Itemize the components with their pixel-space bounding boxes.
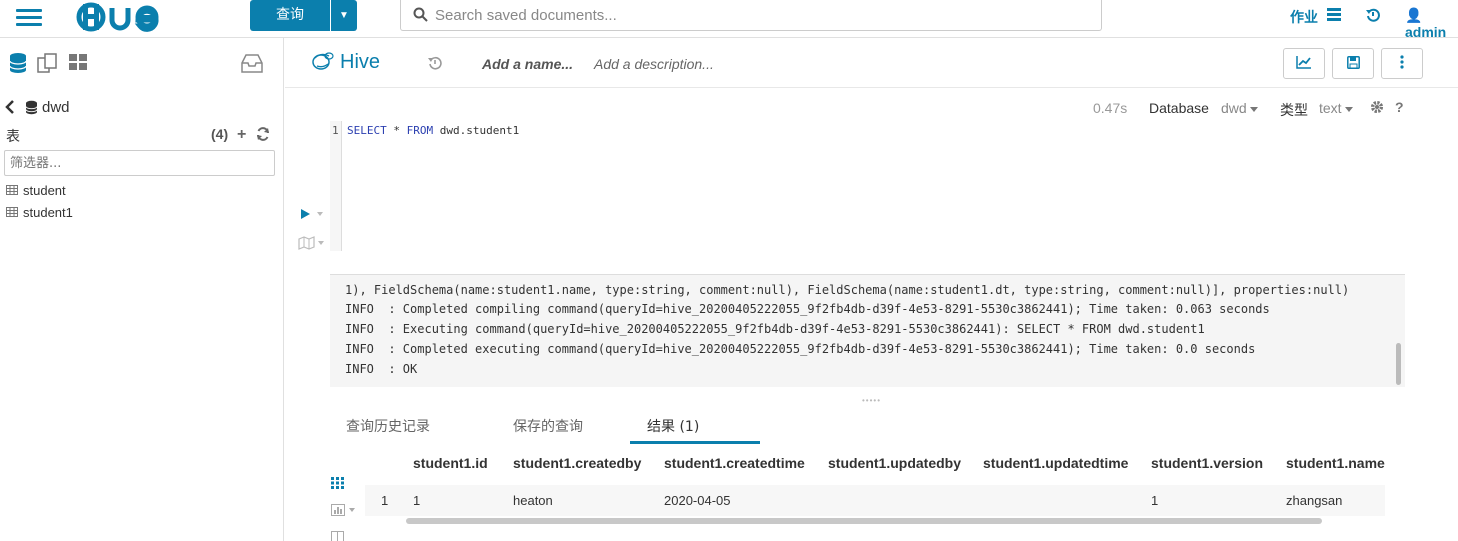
history-icon[interactable]	[1366, 8, 1380, 25]
hamburger-menu-icon[interactable]	[16, 6, 42, 28]
table-filter-input[interactable]	[4, 150, 275, 176]
explain-map-icon[interactable]	[298, 236, 328, 253]
sql-code[interactable]: SELECT * FROM dwd.student1	[347, 124, 519, 137]
log-line: INFO : Executing command(queryId=hive_20…	[345, 322, 1205, 336]
type-select[interactable]: text	[1319, 100, 1353, 116]
log-line: INFO : Completed executing command(query…	[345, 342, 1256, 356]
grid-view-icon[interactable]	[331, 477, 344, 492]
refresh-icon[interactable]	[256, 127, 270, 144]
resize-handle[interactable]: •••••	[862, 396, 881, 405]
apps-grid-icon[interactable]	[69, 54, 88, 73]
log-line: 1), FieldSchema(name:student1.name, type…	[345, 283, 1350, 297]
documents-icon[interactable]	[37, 53, 59, 76]
undo-history-icon[interactable]	[428, 56, 442, 73]
column-header[interactable]: student1.name	[1286, 455, 1385, 471]
run-query-button[interactable]	[299, 207, 327, 224]
jobs-link[interactable]: 作业	[1290, 7, 1318, 27]
search-icon	[413, 7, 428, 25]
jobs-list-icon[interactable]	[1327, 8, 1341, 24]
save-icon	[1346, 55, 1360, 72]
table-item-student1[interactable]: student1	[6, 202, 73, 222]
database-label: Database	[1149, 100, 1209, 116]
table-cell: 2020-04-05	[664, 493, 731, 508]
top-navbar: 查询 ▼ 作业 👤admin	[0, 0, 1458, 40]
table-cell: 1	[413, 493, 421, 508]
table-name: student	[23, 182, 66, 198]
tables-label: 表	[6, 129, 20, 145]
user-menu[interactable]: 👤admin	[1405, 7, 1458, 40]
column-header[interactable]: student1.version	[1151, 455, 1263, 471]
line-chart-icon	[1296, 55, 1312, 72]
left-assist-panel: dwd 表 (4) + student student1	[0, 38, 284, 541]
results-table: student1.id student1.createdby student1.…	[365, 445, 1385, 517]
add-table-icon[interactable]: +	[237, 126, 246, 144]
type-label: 类型	[1280, 103, 1308, 119]
search-box	[400, 0, 1102, 31]
editor-header: Hive Add a name... Add a description...	[285, 38, 1458, 88]
database-select[interactable]: dwd	[1221, 100, 1258, 116]
execution-time: 0.47s	[1093, 100, 1128, 116]
sql-editor[interactable]: 1 SELECT * FROM dwd.student1	[330, 121, 1405, 251]
line-number: 1	[332, 124, 339, 137]
tab-saved-queries[interactable]: 保存的查询	[513, 416, 583, 436]
inbox-icon[interactable]	[241, 54, 263, 76]
query-name-field[interactable]: Add a name...	[482, 56, 573, 72]
database-name[interactable]: dwd	[42, 99, 70, 116]
tables-count: (4)	[211, 126, 229, 142]
back-chevron-icon[interactable]	[5, 100, 15, 119]
caret-down-icon	[1249, 106, 1258, 112]
column-header[interactable]: student1.createdby	[513, 455, 641, 471]
caret-down-icon	[1344, 106, 1353, 112]
query-button[interactable]: 查询	[250, 0, 330, 31]
column-header[interactable]: student1.id	[413, 455, 488, 471]
query-log[interactable]: 1), FieldSchema(name:student1.name, type…	[330, 274, 1405, 387]
results-horizontal-scrollbar[interactable]	[406, 518, 1322, 524]
active-tab-indicator	[630, 441, 760, 444]
database-value: dwd	[1221, 100, 1247, 116]
bar-chart-icon[interactable]	[331, 504, 359, 519]
tab-query-history[interactable]: 查询历史记录	[346, 416, 430, 436]
database-icon[interactable]	[8, 52, 28, 77]
user-icon: 👤	[1405, 7, 1423, 23]
type-value: text	[1319, 100, 1342, 116]
hive-bee-icon	[311, 50, 335, 75]
table-cell: zhangsan	[1286, 493, 1343, 508]
column-header[interactable]: student1.updatedtime	[983, 455, 1128, 471]
more-options-button[interactable]	[1381, 48, 1423, 79]
tab-results[interactable]: 结果 (1)	[647, 416, 699, 436]
database-small-icon	[25, 100, 38, 118]
hue-logo[interactable]	[76, 2, 174, 35]
editor-gutter: 1	[330, 121, 342, 251]
search-input[interactable]	[435, 4, 1085, 26]
log-scrollbar[interactable]	[1396, 343, 1401, 385]
table-cell: 1	[1151, 493, 1159, 508]
query-description-field[interactable]: Add a description...	[594, 56, 714, 72]
table-icon	[6, 205, 18, 220]
row-index: 1	[381, 493, 389, 508]
columns-icon[interactable]	[331, 530, 344, 541]
table-name: student1	[23, 204, 73, 220]
save-button[interactable]	[1332, 48, 1374, 79]
chart-button[interactable]	[1283, 48, 1325, 79]
help-icon[interactable]: ?	[1395, 99, 1404, 115]
column-header[interactable]: student1.createdtime	[664, 455, 805, 471]
vertical-ellipsis-icon	[1400, 55, 1404, 72]
engine-title: Hive	[340, 51, 381, 73]
column-header[interactable]: student1.updatedby	[828, 455, 961, 471]
table-item-student[interactable]: student	[6, 180, 66, 200]
log-line: INFO : OK	[345, 362, 418, 376]
query-dropdown-caret-icon[interactable]: ▼	[331, 0, 357, 31]
table-cell: heaton	[513, 493, 553, 508]
table-icon	[6, 183, 18, 198]
log-line: INFO : Completed compiling command(query…	[345, 302, 1270, 316]
gear-icon[interactable]	[1370, 100, 1384, 117]
